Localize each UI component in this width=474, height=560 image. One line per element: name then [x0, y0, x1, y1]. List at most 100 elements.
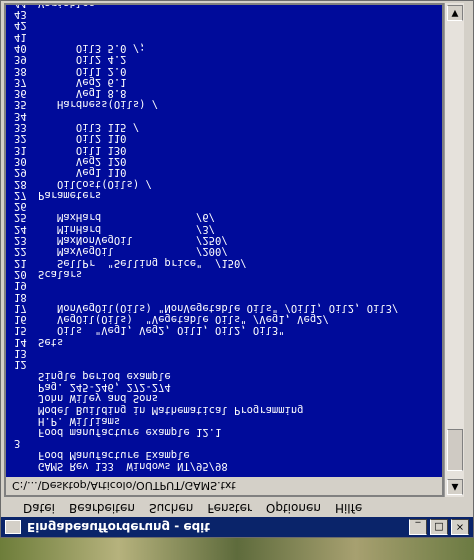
minimize-button[interactable]: _ [409, 519, 427, 535]
menu-datei[interactable]: Datei [23, 501, 55, 515]
line-text [38, 200, 436, 211]
code-line: Food manufacture example 12.1 [14, 426, 436, 438]
line-text [38, 8, 436, 19]
line-number: 40 [14, 42, 27, 55]
code-line: H.P. Williams [14, 415, 436, 427]
line-text: Oil3 115 / [38, 121, 140, 134]
code-line: GAMS Rev 133 Windows NT/95/98 [14, 460, 436, 472]
line-number: 25 [14, 211, 27, 224]
code-line: 42 [14, 19, 436, 31]
line-number: 20 [14, 267, 27, 280]
line-text: SellPr "Selling price" /150/ [38, 256, 247, 269]
code-line: 20 Scalars [14, 267, 436, 280]
code-line: 38 Oil1 2.0 [14, 64, 436, 77]
code-line: 3 [14, 437, 436, 450]
line-text: Hardness(Oils) / [38, 98, 159, 111]
line-number: 17 [14, 301, 27, 314]
line-number: 38 [14, 64, 27, 77]
line-number: 39 [14, 53, 27, 66]
line-number: 23 [14, 234, 27, 247]
line-number: 29 [14, 166, 27, 179]
line-number: 12 [14, 358, 27, 371]
line-text: Parameters [38, 188, 102, 201]
code-line: 27 Parameters [14, 188, 436, 201]
code-line: 18 [14, 290, 436, 303]
line-text [38, 437, 436, 448]
editor-content[interactable]: GAMS Rev 133 Windows NT/95/98 Food Manufa… [6, 3, 442, 477]
code-line: 13 [14, 347, 436, 360]
line-text [38, 110, 436, 121]
line-text: Oil1 2.0 [38, 64, 127, 77]
line-number: 33 [14, 121, 27, 134]
code-line: 17 NonVegOil(Oils) "NonVegetable Oils" /… [14, 301, 436, 314]
line-number: 15 [14, 324, 27, 337]
scroll-thumb[interactable] [447, 429, 463, 471]
line-number [14, 392, 38, 403]
line-number: 13 [14, 347, 27, 360]
line-number: 14 [14, 335, 27, 348]
code-line: 32 Oil2 110 [14, 132, 436, 145]
menu-suchen[interactable]: Suchen [149, 501, 193, 515]
code-line: 35 Hardness(Oils) / [14, 98, 436, 111]
line-number: 19 [14, 279, 27, 292]
menu-bar: Datei Bearbeiten Suchen Fenster Optionen… [1, 499, 473, 517]
cmd-icon [5, 520, 21, 534]
code-line: 22 MaxVegOil /200/ [14, 245, 436, 258]
code-line: 21 SellPr "Selling price" /150/ [14, 256, 436, 269]
line-text: MaxVegOil /200/ [38, 245, 228, 258]
line-number: 28 [14, 177, 27, 190]
line-number: 3 [14, 437, 21, 450]
line-number: 24 [14, 222, 27, 235]
code-line: 26 [14, 200, 436, 212]
menu-optionen[interactable]: Optionen [266, 501, 321, 515]
line-text [38, 279, 436, 290]
line-number [14, 415, 38, 426]
line-number: 21 [14, 256, 27, 269]
code-line: 34 [14, 110, 436, 122]
scroll-up-icon[interactable]: ▲ [447, 479, 463, 495]
vertical-scrollbar[interactable]: ▲ ▼ [444, 3, 464, 497]
window-title: Eingabeaufforderung - edit [27, 520, 211, 534]
line-text: Oil3 5.0 /; [38, 42, 146, 55]
flipped-screen-frame: Eingabeaufforderung - edit _ □ × Datei B… [0, 0, 474, 560]
window-controls: _ □ × [409, 519, 469, 535]
command-prompt-window: Eingabeaufforderung - edit _ □ × Datei B… [0, 0, 474, 538]
line-text: NonVegOil(Oils) "NonVegetable Oils" /Oil… [38, 301, 399, 314]
line-number: 32 [14, 132, 27, 145]
code-line: Model Building in Mathematical Programmi… [14, 403, 436, 416]
maximize-button[interactable]: □ [430, 519, 448, 535]
code-line: 44Variables [14, 3, 436, 9]
code-line: 30 Veg2 120 [14, 155, 436, 167]
menu-bearbeiten[interactable]: Bearbeiten [69, 501, 135, 515]
line-number: 43 [14, 8, 27, 21]
code-line: 15 Oils "Veg1, Veg2, Oil1, Oil2, Oil3" [14, 324, 436, 337]
line-text: MinHard /3/ [38, 222, 216, 235]
editor-area[interactable]: C:\...\Desktop\Articolo\OUTPUT\GAMS.txt … [4, 3, 444, 497]
code-line: 31 Oil1 130 [14, 143, 436, 156]
line-text: John Wiley and Sons [38, 392, 159, 405]
close-button[interactable]: × [451, 519, 469, 535]
line-text: Sets [38, 335, 64, 348]
line-text: Oil2 110 [38, 132, 127, 145]
code-line: 33 Oil3 115 / [14, 121, 436, 134]
line-number: 18 [14, 290, 27, 303]
code-line: John Wiley and Sons [14, 392, 436, 405]
line-number [14, 448, 38, 459]
menu-fenster[interactable]: Fenster [207, 501, 252, 515]
line-number: 36 [14, 87, 27, 100]
line-text: Single period example [38, 369, 171, 382]
line-number [14, 460, 38, 471]
code-line: 23 MaxNonVegOil /250/ [14, 234, 436, 247]
menu-hilfe[interactable]: Hilfe [335, 501, 362, 515]
code-line: 24 MinHard /3/ [14, 222, 436, 235]
line-number: 37 [14, 75, 27, 88]
scroll-down-icon[interactable]: ▼ [447, 5, 463, 21]
line-number: 41 [14, 30, 27, 43]
code-line: Food Manufacture Example [14, 448, 436, 461]
line-text [38, 358, 436, 369]
line-text [38, 30, 436, 41]
code-line: 12 [14, 358, 436, 371]
desktop-background [0, 538, 474, 560]
code-line: 40 Oil3 5.0 /; [14, 42, 436, 55]
title-bar[interactable]: Eingabeaufforderung - edit _ □ × [1, 517, 473, 537]
